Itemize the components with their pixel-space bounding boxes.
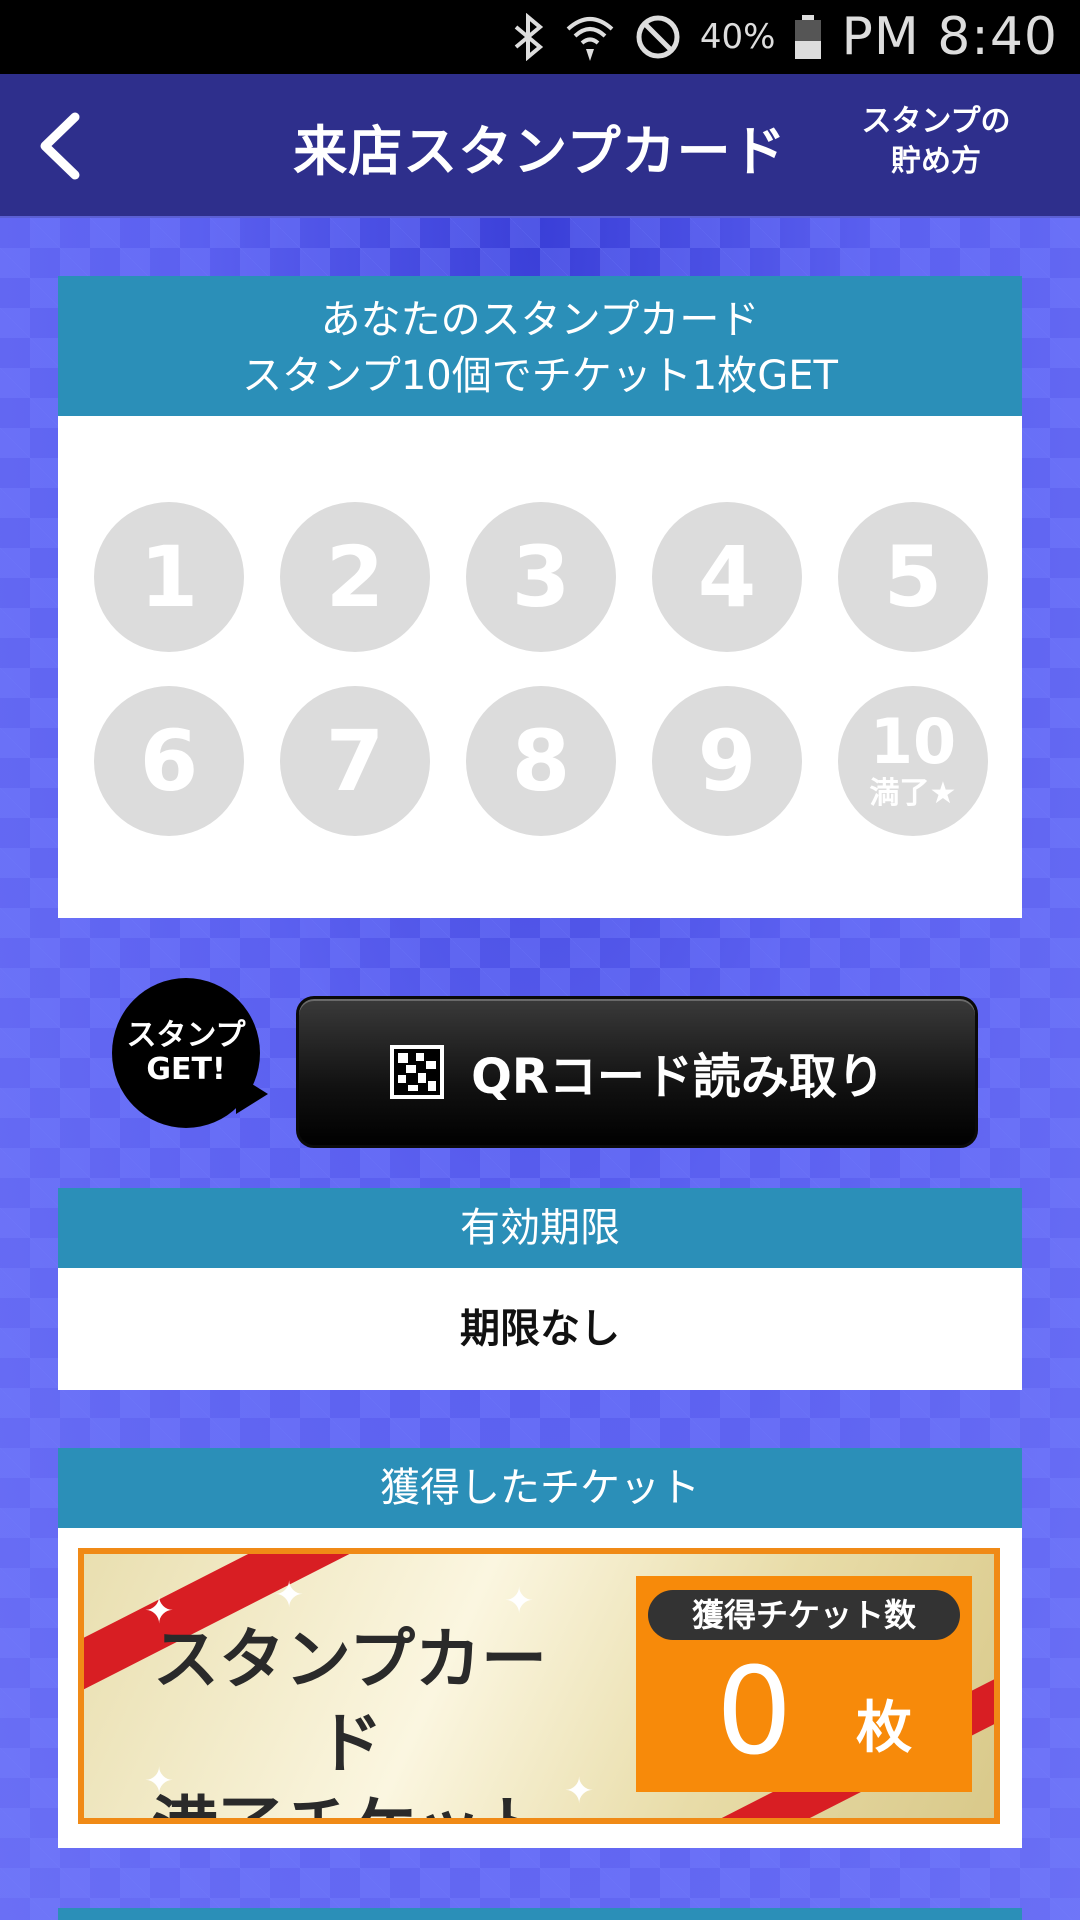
sparkle-icon: ✦ (564, 1771, 595, 1812)
ticket-card: ✦ ✦ ✦ ✦ ✦ スタンプカード 満了チケット 獲得チケット数 0 枚 (78, 1548, 1000, 1824)
stamp-card-heading-line2: スタンプ10個でチケット1枚GET (242, 353, 838, 399)
wifi-icon (564, 11, 616, 63)
battery-percent: 40% (699, 17, 776, 57)
stamp-slot-final: 10 満了★ (838, 686, 988, 836)
expiry-value: 期限なし (460, 1306, 620, 1352)
sparkle-icon: ✦ (504, 1581, 535, 1622)
howto-line2: 貯め方 (891, 144, 981, 179)
stamp-card-panel: あなたのスタンプカード スタンプ10個でチケット1枚GET 1 2 3 4 5 … (58, 276, 1022, 918)
stamp-howto-link[interactable]: スタンプの 貯め方 (856, 102, 1016, 182)
app-header: 来店スタンプカード スタンプの 貯め方 (0, 74, 1080, 218)
stamp-card-heading-line1: あなたのスタンプカード (320, 297, 760, 343)
stamp-slot: 1 (94, 502, 244, 652)
howto-line1: スタンプの (861, 104, 1011, 139)
expiry-heading: 有効期限 (58, 1188, 1022, 1268)
ticket-name-line1: スタンプカード (152, 1621, 548, 1782)
bluetooth-icon (512, 13, 546, 61)
stamp-slot: 5 (838, 502, 988, 652)
stamp-slot: 3 (466, 502, 616, 652)
battery-icon (793, 13, 823, 61)
bubble-line2: GET! (146, 1052, 226, 1087)
clock: PM 8:40 (841, 7, 1058, 67)
ticket-count-value: 0 (716, 1643, 793, 1782)
stamp-slot: 7 (280, 686, 430, 836)
stamp-number: 10 (869, 705, 957, 778)
stamp-number: 3 (511, 528, 571, 626)
qr-row: スタンプ GET! QRコード読み取り (0, 978, 1080, 1148)
ticket-count-label: 獲得チケット数 (648, 1590, 960, 1640)
qr-code-icon (390, 1045, 445, 1099)
qr-scan-button[interactable]: QRコード読み取り (296, 996, 978, 1148)
stamp-slot: 2 (280, 502, 430, 652)
stamp-number: 8 (511, 712, 571, 810)
tickets-heading: 獲得したチケット (58, 1448, 1022, 1528)
main-content[interactable]: あなたのスタンプカード スタンプ10個でチケット1枚GET 1 2 3 4 5 … (0, 218, 1080, 1920)
qr-scan-label: QRコード読み取り (471, 1049, 885, 1105)
stamp-number: 6 (139, 712, 199, 810)
ticket-count-box: 獲得チケット数 0 枚 (636, 1576, 972, 1792)
stamp-number: 4 (697, 528, 757, 626)
ticket-name: スタンプカード 満了チケット (140, 1618, 560, 1818)
tickets-panel: 獲得したチケット ✦ ✦ ✦ ✦ ✦ スタンプカード 満了チケット 獲得チケット… (58, 1448, 1022, 1848)
ticket-name-line2: 満了チケット (140, 1786, 560, 1818)
stamp-slot: 8 (466, 686, 616, 836)
stamp-number: 1 (139, 528, 199, 626)
do-not-disturb-icon (634, 13, 682, 61)
bubble-tail (236, 1074, 268, 1114)
sparkle-icon: ✦ (274, 1575, 305, 1616)
next-panel-edge (58, 1908, 1022, 1920)
bubble-line1: スタンプ (126, 1018, 246, 1053)
stamp-slot: 4 (652, 502, 802, 652)
stamp-slot: 9 (652, 686, 802, 836)
stamp-number: 5 (883, 528, 943, 626)
stamp-slot: 6 (94, 686, 244, 836)
stamp-grid: 1 2 3 4 5 6 7 8 9 10 満了★ (94, 502, 988, 836)
status-bar: 40% PM 8:40 (0, 0, 1080, 74)
ticket-count-unit: 枚 (856, 1696, 912, 1761)
stamp-number: 2 (325, 528, 385, 626)
stamp-number: 9 (697, 712, 757, 810)
stamp-complete-label: 満了★ (869, 776, 957, 811)
expiry-panel: 有効期限 期限なし (58, 1188, 1022, 1390)
stamp-card-heading: あなたのスタンプカード スタンプ10個でチケット1枚GET (58, 276, 1022, 416)
stamp-number: 7 (325, 712, 385, 810)
